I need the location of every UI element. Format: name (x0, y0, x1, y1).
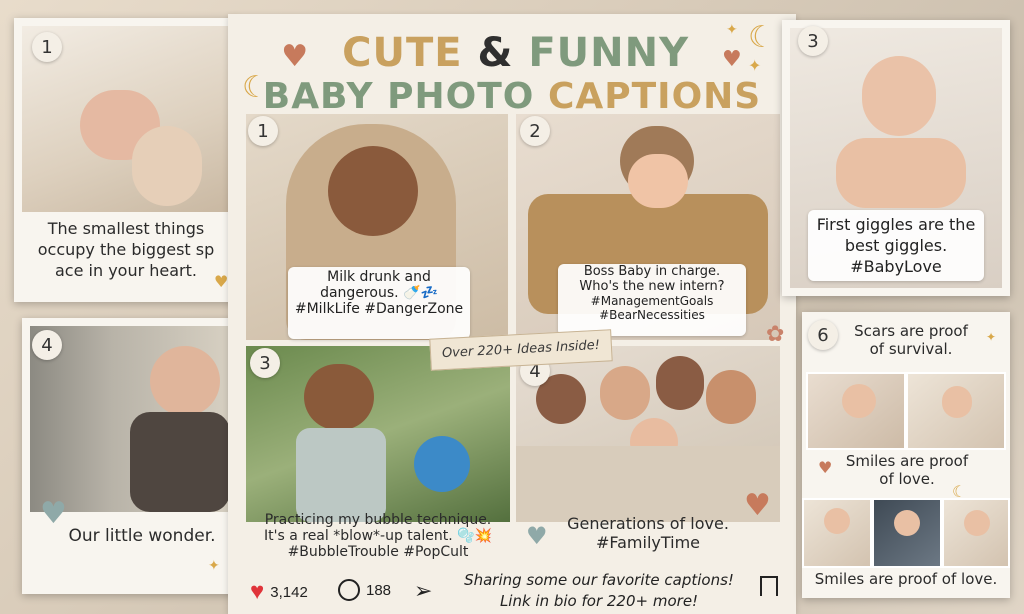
caption-hashtags: #BearNecessities (599, 308, 705, 322)
heart-icon: ♥ (526, 522, 548, 550)
caption-line: dangerous. 🍼💤 (320, 285, 438, 301)
caption-line: It's a real *blow*-up talent. 🫧💥 (264, 528, 492, 544)
title-captions: CAPTIONS (547, 76, 762, 117)
title-amp: & (477, 30, 514, 76)
right-card-6-photo-a (806, 372, 906, 450)
send-button[interactable]: ➢ (414, 578, 432, 604)
right-card-6-photo-d (872, 498, 942, 568)
left-card-4-number: 4 (32, 330, 62, 360)
center-card-3-caption: Practicing my bubble technique. It's a r… (242, 512, 514, 560)
heart-icon: ♥ (214, 272, 229, 291)
left-card-1-number: 1 (32, 32, 62, 62)
title-cute: CUTE (342, 30, 463, 76)
heart-icon: ♥ (250, 578, 265, 605)
center-photo-4 (516, 346, 780, 522)
center-card-3-number: 3 (250, 348, 280, 378)
left-card-4-photo (30, 326, 234, 512)
heart-icon: ♥ (818, 458, 833, 477)
right-card-6-photo-c (802, 498, 872, 568)
moon-icon: ☾ (242, 70, 269, 105)
comment-count: 188 (366, 581, 392, 599)
caption-line: Practicing my bubble technique. (264, 512, 492, 528)
caption-hashtags: #ManagementGoals (590, 294, 714, 308)
star-icon: ✦ (986, 330, 997, 344)
right-card-6-number: 6 (808, 320, 838, 350)
right-card-3-caption: First giggles are the best giggles. #Bab… (808, 210, 984, 281)
caption-line: Boss Baby in charge. (583, 264, 721, 279)
caption-line: Milk drunk and (327, 269, 431, 285)
title-line-2: BABY PHOTO CAPTIONS (228, 76, 796, 117)
right-card-6-photo-e (942, 498, 1010, 568)
heart-icon: ♥ (722, 47, 743, 72)
center-card-4-caption: Generations of love. #FamilyTime (528, 514, 768, 552)
right-card-6: 6 Scars are proof of survival. ✦ ♥ Smile… (802, 312, 1010, 598)
left-card-1-caption: The smallest things occupy the biggest s… (37, 219, 215, 280)
center-photo-3 (246, 346, 510, 522)
star-icon: ✦ (748, 56, 762, 75)
caption-line: Who's the new intern? (579, 279, 725, 294)
title-line-1: ♥ CUTE & FUNNY ♥ (228, 30, 796, 76)
center-card-1-number: 1 (248, 116, 278, 146)
heart-icon: ♥ (744, 488, 771, 523)
star-icon: ✦ (726, 22, 738, 38)
like-button[interactable]: ♥ 3,142 (250, 578, 308, 606)
left-card-4: 4 ♥ Our little wonder. ✦ (22, 318, 242, 594)
caption-hashtags: #BubbleTrouble #PopCult (287, 544, 469, 560)
like-count: 3,142 (270, 583, 308, 601)
caption-hashtags: #FamilyTime (595, 533, 701, 552)
bookmark-button[interactable] (760, 576, 778, 596)
center-card-2-number: 2 (520, 116, 550, 146)
comment-icon (338, 579, 360, 601)
title-baby-photo: BABY PHOTO (262, 76, 535, 117)
footer-message: Sharing some our favorite captions! Link… (454, 570, 744, 612)
flower-icon: ✿ (766, 322, 785, 347)
caption-hashtags: #MilkLife #DangerZone (294, 301, 464, 317)
footer-message-line-1: Sharing some our favorite captions! (464, 571, 734, 589)
center-card-1-caption: Milk drunk and dangerous. 🍼💤 #MilkLife #… (288, 267, 470, 339)
center-card-2-caption: Boss Baby in charge. Who's the new inter… (558, 264, 746, 336)
moon-icon: ☾ (748, 20, 775, 55)
heart-icon: ♥ (281, 39, 310, 74)
caption-line: Generations of love. (567, 514, 729, 533)
send-icon: ➢ (414, 578, 433, 603)
right-card-3-number: 3 (798, 26, 828, 56)
comment-button[interactable]: 188 (338, 579, 391, 601)
title-funny: FUNNY (528, 30, 690, 76)
footer-message-line-2: Link in bio for 220+ more! (499, 592, 699, 610)
right-card-6-photo-b (906, 372, 1006, 450)
main-panel: ♥ CUTE & FUNNY ♥ ☾ ✦ BABY PHOTO CAPTIONS… (228, 14, 796, 614)
bookmark-icon (760, 576, 778, 596)
star-icon: ✦ (208, 558, 220, 574)
left-card-4-caption: Our little wonder. (68, 526, 216, 546)
right-card-3: 3 First giggles are the best giggles. #B… (782, 20, 1010, 296)
right-card-6-caption-bottom: Smiles are proof of love. (814, 570, 998, 588)
left-card-1: 1 The smallest things occupy the biggest… (14, 18, 238, 302)
right-card-6-caption-top: Scars are proof of survival. (854, 322, 968, 358)
